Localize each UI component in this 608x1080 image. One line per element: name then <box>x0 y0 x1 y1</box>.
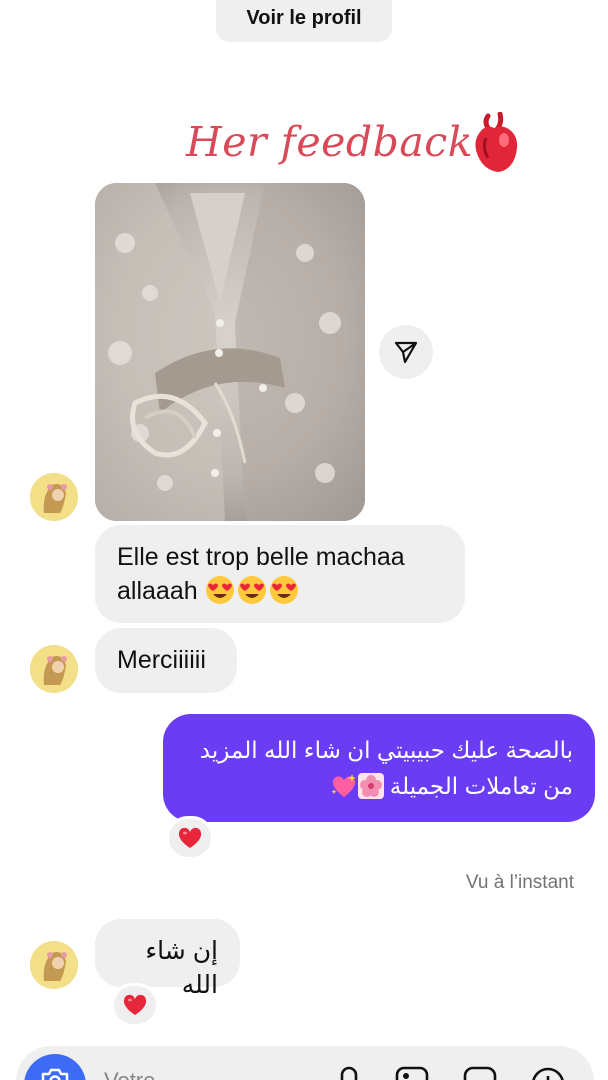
message-input[interactable]: Votre message... <box>104 1068 224 1080</box>
message-text-line-2: من تعاملات الجميلة <box>389 773 573 799</box>
heart-eyes-emoji <box>205 576 234 604</box>
message-bubble-outgoing[interactable]: بالصحة عليك حبيبيتي ان شاء الله المزيد م… <box>163 714 595 822</box>
add-icon[interactable] <box>530 1064 566 1080</box>
message-reaction[interactable] <box>166 816 214 860</box>
message-composer <box>16 1046 594 1080</box>
heart-eyes-emoji <box>237 576 266 604</box>
shared-photo[interactable] <box>95 183 365 521</box>
message-bubble-incoming[interactable]: Merciiiiii <box>95 628 237 693</box>
message-text: إن شاء الله <box>145 937 218 999</box>
message-reaction[interactable] <box>111 983 159 1027</box>
sparkling-heart-emoji <box>331 774 356 797</box>
dress-photo-image <box>95 183 365 521</box>
message-line-2-row: من تعاملات الجميلة <box>185 768 573 804</box>
view-profile-label: Voir le profil <box>246 7 362 29</box>
share-button[interactable] <box>379 325 433 379</box>
gallery-icon[interactable] <box>394 1064 430 1080</box>
message-bubble-incoming[interactable]: Elle est trop belle machaa allaaah <box>95 525 465 623</box>
avatar-image <box>30 941 78 989</box>
message-bubble-incoming[interactable]: إن شاء الله <box>95 919 240 999</box>
microphone-icon[interactable] <box>331 1064 367 1080</box>
avatar[interactable] <box>30 473 78 521</box>
avatar[interactable] <box>30 941 78 989</box>
sticker-icon[interactable] <box>462 1064 498 1080</box>
seen-status: Vu à l’instant <box>465 872 574 893</box>
avatar[interactable] <box>30 645 78 693</box>
share-icon <box>394 341 418 364</box>
heart-reaction-icon <box>178 827 202 848</box>
avatar-image <box>30 473 78 521</box>
avatar-image <box>30 645 78 693</box>
camera-icon <box>41 1068 69 1080</box>
message-text: Merciiiiii <box>117 646 206 674</box>
emoji-row <box>205 576 301 605</box>
message-text-line-1: بالصحة عليك حبيبيتي ان شاء الله المزيد <box>199 737 573 763</box>
heart-reaction-icon <box>123 994 147 1015</box>
story-caption: Her feedback <box>186 118 474 166</box>
cherry-blossom-emoji <box>357 773 384 799</box>
heart-eyes-emoji <box>269 576 298 604</box>
anatomical-heart-emoji <box>475 112 518 172</box>
view-profile-button[interactable]: Voir le profil <box>216 0 392 42</box>
